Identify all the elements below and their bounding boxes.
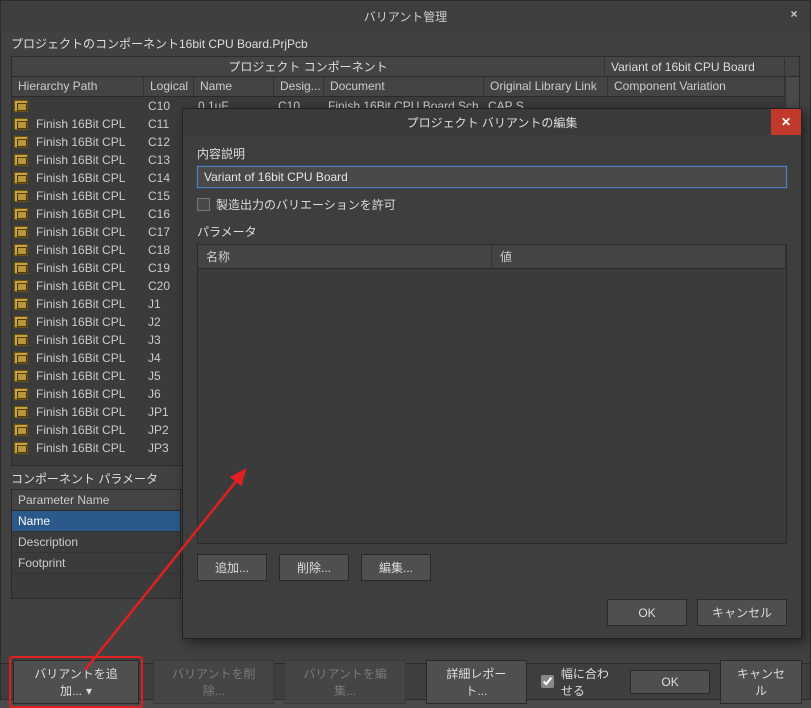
delete-variant-button: バリアントを削除... <box>153 660 274 704</box>
parameters-grid[interactable]: 名称 値 <box>197 244 787 544</box>
col-variation[interactable]: Component Variation <box>608 77 785 96</box>
component-icon <box>14 244 28 256</box>
component-icon <box>14 262 28 274</box>
component-icon <box>14 298 28 310</box>
cell-hierarchy: Finish 16Bit CPL <box>32 153 144 167</box>
cell-hierarchy: Finish 16Bit CPL <box>32 135 144 149</box>
cell-hierarchy: Finish 16Bit CPL <box>32 243 144 257</box>
ok-button[interactable]: OK <box>630 670 710 694</box>
main-title: バリアント管理 <box>364 8 448 25</box>
delete-param-button[interactable]: 削除... <box>279 554 349 581</box>
cell-hierarchy: Finish 16Bit CPL <box>32 207 144 221</box>
cell-hierarchy: Finish 16Bit CPL <box>32 117 144 131</box>
edit-dialog-title: プロジェクト バリアントの編集 <box>407 114 578 131</box>
description-input[interactable] <box>197 166 787 188</box>
add-variant-button[interactable]: バリアントを追加... <box>13 660 139 704</box>
component-icon <box>14 424 28 436</box>
cell-hierarchy: Finish 16Bit CPL <box>32 405 144 419</box>
component-icon <box>14 190 28 202</box>
col-param-name[interactable]: 名称 <box>198 245 492 268</box>
close-icon[interactable]: × <box>786 7 802 23</box>
col-hierarchy[interactable]: Hierarchy Path <box>12 77 144 96</box>
component-icon <box>14 334 28 346</box>
param-header[interactable]: Parameter Name <box>12 490 180 511</box>
close-icon[interactable]: ✕ <box>771 109 801 135</box>
allow-fab-variation-label: 製造出力のバリエーションを許可 <box>216 196 396 213</box>
cell-hierarchy: Finish 16Bit CPL <box>32 351 144 365</box>
cell-hierarchy: Finish 16Bit CPL <box>32 171 144 185</box>
param-row-description[interactable]: Description <box>12 532 180 553</box>
fit-width-label: 幅に合わせる <box>561 665 620 699</box>
col-logical[interactable]: Logical <box>144 77 194 96</box>
col-param-value[interactable]: 値 <box>492 245 786 268</box>
edit-param-button[interactable]: 編集... <box>361 554 431 581</box>
detail-report-button[interactable]: 詳細レポート... <box>426 660 527 704</box>
cell-hierarchy: Finish 16Bit CPL <box>32 441 144 455</box>
description-label: 内容説明 <box>197 145 787 162</box>
component-icon <box>14 280 28 292</box>
group-project-components: プロジェクト コンポーネント <box>12 56 605 77</box>
col-origliblink[interactable]: Original Library Link <box>484 77 608 96</box>
component-icon <box>14 208 28 220</box>
variant-column-header[interactable]: Variant of 16bit CPU Board <box>605 58 785 76</box>
component-icon <box>14 352 28 364</box>
cancel-button[interactable]: キャンセル <box>720 660 802 704</box>
edit-variant-button: バリアントを編集... <box>284 660 405 704</box>
param-row-footprint[interactable]: Footprint <box>12 553 180 574</box>
cell-hierarchy: Finish 16Bit CPL <box>32 297 144 311</box>
component-icon <box>14 370 28 382</box>
cell-hierarchy: Finish 16Bit CPL <box>32 279 144 293</box>
component-icon <box>14 226 28 238</box>
cell-hierarchy: Finish 16Bit CPL <box>32 333 144 347</box>
cell-hierarchy: Finish 16Bit CPL <box>32 189 144 203</box>
allow-fab-variation-row[interactable]: 製造出力のバリエーションを許可 <box>197 196 787 213</box>
cell-hierarchy: Finish 16Bit CPL <box>32 423 144 437</box>
component-icon <box>14 154 28 166</box>
cell-hierarchy: Finish 16Bit CPL <box>32 315 144 329</box>
col-document[interactable]: Document <box>324 77 484 96</box>
edit-ok-button[interactable]: OK <box>607 599 687 626</box>
component-icon <box>14 100 28 112</box>
edit-variant-dialog: プロジェクト バリアントの編集 ✕ 内容説明 製造出力のバリエーションを許可 パ… <box>182 108 802 639</box>
parameter-panel[interactable]: Parameter Name Name Description Footprin… <box>11 489 181 599</box>
parameters-label: パラメータ <box>197 223 787 240</box>
edit-cancel-button[interactable]: キャンセル <box>697 599 787 626</box>
edit-titlebar: プロジェクト バリアントの編集 ✕ <box>183 109 801 135</box>
component-icon <box>14 406 28 418</box>
component-icon <box>14 136 28 148</box>
col-designator[interactable]: Desig... <box>274 77 324 96</box>
fit-width-check-input[interactable] <box>541 675 554 688</box>
component-icon <box>14 118 28 130</box>
parameters-grid-head[interactable]: 名称 値 <box>198 245 786 269</box>
cell-hierarchy: Finish 16Bit CPL <box>32 225 144 239</box>
component-icon <box>14 172 28 184</box>
cell-hierarchy: Finish 16Bit CPL <box>32 387 144 401</box>
component-icon <box>14 388 28 400</box>
main-titlebar: バリアント管理 × <box>1 1 810 31</box>
cell-hierarchy: Finish 16Bit CPL <box>32 369 144 383</box>
cell-hierarchy: Finish 16Bit CPL <box>32 261 144 275</box>
fit-width-checkbox[interactable]: 幅に合わせる <box>537 665 620 699</box>
project-label: プロジェクトのコンポーネント16bit CPU Board.PrjPcb <box>1 31 810 56</box>
allow-fab-variation-checkbox[interactable] <box>197 198 210 211</box>
col-name[interactable]: Name <box>194 77 274 96</box>
add-param-button[interactable]: 追加... <box>197 554 267 581</box>
component-icon <box>14 316 28 328</box>
bottom-toolbar: バリアントを追加... バリアントを削除... バリアントを編集... 詳細レポ… <box>1 663 810 699</box>
param-row-name[interactable]: Name <box>12 511 180 532</box>
grid-group-header: プロジェクト コンポーネント Variant of 16bit CPU Boar… <box>12 57 799 77</box>
grid-column-headers[interactable]: Hierarchy Path Logical Name Desig... Doc… <box>12 77 799 97</box>
component-icon <box>14 442 28 454</box>
